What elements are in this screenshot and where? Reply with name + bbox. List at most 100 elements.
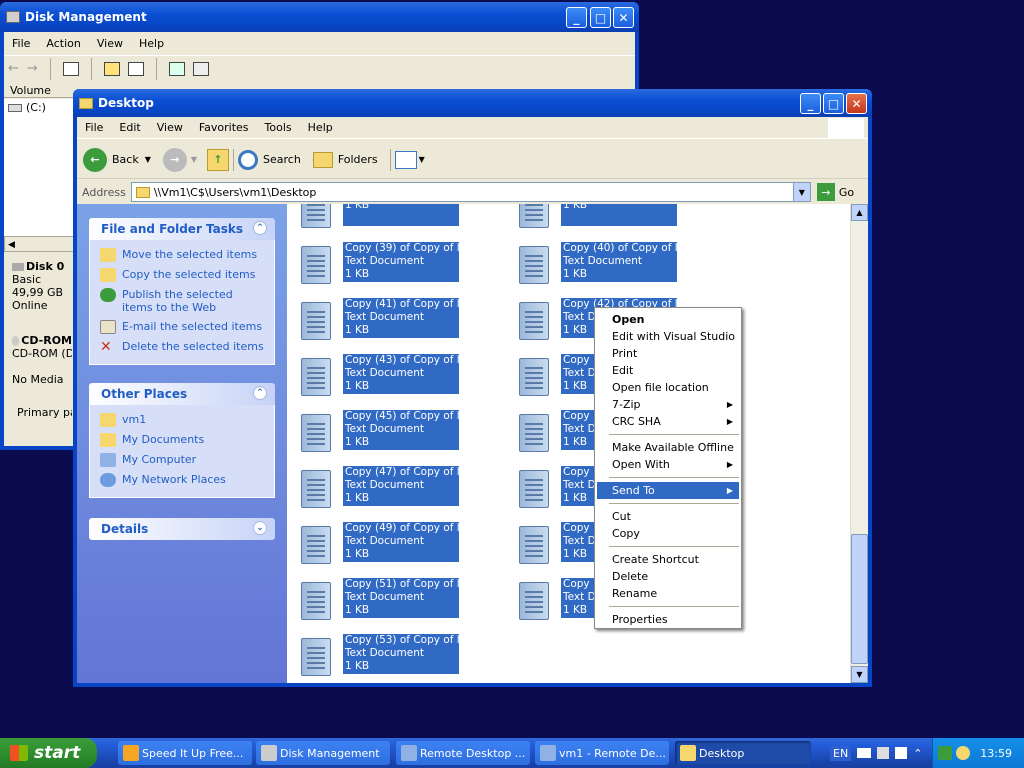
file-item[interactable]: Copy (51) of Copy of lol Text Document 1 K… [287, 578, 487, 622]
menu-edit[interactable]: Edit [111, 121, 148, 134]
chevron-icon[interactable]: ⌃ [913, 747, 922, 760]
volume-row[interactable]: (C:) [4, 99, 74, 116]
scroll-up-button[interactable]: ▲ [851, 204, 868, 221]
start-button[interactable]: start [0, 738, 97, 768]
keyboard-icon[interactable] [857, 748, 872, 758]
address-dropdown-button[interactable]: ▼ [792, 183, 810, 201]
place-vm1[interactable]: vm1 [100, 413, 264, 427]
file-item[interactable]: Copy (39) of Copy of lol Text Document 1 K… [287, 242, 487, 286]
back-button[interactable]: ← Back ▼ [83, 147, 151, 172]
context-item-edit[interactable]: Edit [597, 362, 739, 379]
file-item[interactable]: Text Document1 KB [287, 204, 487, 230]
context-item-edit-with-visual-studio[interactable]: Edit with Visual Studio [597, 328, 739, 345]
taskbar-item-speeditup[interactable]: Speed It Up Free... [118, 741, 252, 765]
forward-arrow-icon[interactable]: → [27, 61, 38, 76]
clock[interactable]: 13:59 [980, 747, 1012, 760]
disk0-panel[interactable]: Disk 0 Basic 49,99 GB Online [6, 260, 72, 325]
help-icon[interactable] [895, 747, 908, 759]
menu-file[interactable]: File [4, 37, 38, 50]
properties-icon[interactable] [127, 61, 144, 76]
collapse-chevron-icon[interactable]: ⌃ [253, 386, 267, 400]
context-item-open-file-location[interactable]: Open file location [597, 379, 739, 396]
context-item-make-available-offline[interactable]: Make Available Offline [597, 439, 739, 456]
taskbar-item-disk-management[interactable]: Disk Management [256, 741, 390, 765]
vertical-scrollbar[interactable]: ▲ ▼ [850, 204, 868, 683]
maximize-button[interactable]: □ [823, 93, 844, 114]
expand-chevron-icon[interactable]: ⌄ [253, 521, 267, 535]
context-item-copy[interactable]: Copy [597, 525, 739, 542]
place-my-documents[interactable]: My Documents [100, 433, 264, 447]
minimize-button[interactable]: _ [566, 7, 587, 28]
maximize-button[interactable]: □ [590, 7, 611, 28]
file-item[interactable]: Text Document1 KB [505, 204, 705, 230]
menu-favorites[interactable]: Favorites [191, 121, 257, 134]
file-item[interactable]: Copy (47) of Copy of lol Text Document 1 K… [287, 466, 487, 510]
tray-icon[interactable] [877, 747, 890, 759]
close-button[interactable]: ✕ [846, 93, 867, 114]
context-item-create-shortcut[interactable]: Create Shortcut [597, 551, 739, 568]
disk-management-titlebar[interactable]: Disk Management _ □ ✕ [0, 2, 639, 32]
collapse-chevron-icon[interactable]: ⌃ [253, 221, 267, 235]
context-item-7-zip[interactable]: 7-Zip ▶ [597, 396, 739, 413]
menu-file[interactable]: File [77, 121, 111, 134]
file-item[interactable]: Copy (40) of Copy of lol Text Document 1 K… [505, 242, 705, 286]
context-item-send-to[interactable]: Send To ▶ [597, 482, 739, 499]
taskbar-item-vm1-remote[interactable]: vm1 - Remote De... [535, 741, 669, 765]
menu-view[interactable]: View [149, 121, 191, 134]
search-button[interactable]: Search [238, 149, 301, 170]
context-item-delete[interactable]: Delete [597, 568, 739, 585]
file-item[interactable]: Copy (43) of Copy of lol Text Document 1 K… [287, 354, 487, 398]
file-tasks-header[interactable]: File and Folder Tasks ⌃ [89, 218, 275, 240]
show-hide-tree-icon[interactable] [62, 61, 79, 76]
taskbar-item-remote-desktop[interactable]: Remote Desktop ... [396, 741, 530, 765]
task-move[interactable]: Move the selected items [100, 248, 264, 262]
language-indicator[interactable]: EN [830, 745, 852, 761]
taskbar-item-desktop[interactable]: Desktop [675, 741, 811, 765]
explorer-titlebar[interactable]: Desktop _ □ ✕ [73, 89, 872, 117]
context-item-cut[interactable]: Cut [597, 508, 739, 525]
task-copy[interactable]: Copy the selected items [100, 268, 264, 282]
forward-button[interactable]: → [162, 147, 187, 172]
menu-view[interactable]: View [89, 37, 131, 50]
file-item[interactable]: Copy (49) of Copy of lol Text Document 1 K… [287, 522, 487, 566]
context-item-open[interactable]: Open [597, 311, 739, 328]
menu-action[interactable]: Action [38, 37, 88, 50]
task-publish[interactable]: Publish the selected items to the Web [100, 288, 264, 314]
file-item[interactable]: Copy (53) of Copy of lol Text Document 1 K… [287, 634, 487, 678]
details-header[interactable]: Details ⌄ [89, 518, 275, 540]
minimize-button[interactable]: _ [800, 93, 821, 114]
refresh-icon[interactable] [168, 61, 185, 76]
other-places-header[interactable]: Other Places ⌃ [89, 383, 275, 405]
context-item-open-with[interactable]: Open With ▶ [597, 456, 739, 473]
file-item[interactable]: Copy (41) of Copy of lol Text Document 1 K… [287, 298, 487, 342]
go-button[interactable]: → Go [816, 183, 854, 201]
menu-tools[interactable]: Tools [257, 121, 300, 134]
place-my-computer[interactable]: My Computer [100, 453, 264, 467]
scroll-thumb[interactable] [851, 534, 868, 664]
cdrom-panel[interactable]: CD-ROM CD-ROM (D: No Media [6, 334, 72, 394]
chevron-down-icon[interactable]: ▼ [145, 155, 151, 164]
security-tray-icon[interactable] [956, 746, 971, 760]
rescan-icon[interactable] [192, 61, 209, 76]
address-input[interactable]: \\Vm1\C$\Users\vm1\Desktop ▼ [130, 182, 811, 202]
help-icon[interactable] [103, 61, 120, 76]
place-my-network[interactable]: My Network Places [100, 473, 264, 487]
horizontal-scrollbar[interactable]: ◀ [4, 236, 74, 252]
context-item-print[interactable]: Print [597, 345, 739, 362]
menu-help[interactable]: Help [131, 37, 172, 50]
context-item-crc-sha[interactable]: CRC SHA ▶ [597, 413, 739, 430]
context-item-properties[interactable]: Properties [597, 611, 739, 628]
scroll-down-button[interactable]: ▼ [851, 666, 868, 683]
task-delete[interactable]: ✕ Delete the selected items [100, 340, 264, 354]
menu-help[interactable]: Help [300, 121, 341, 134]
views-button[interactable]: ▼ [394, 150, 425, 169]
up-folder-icon[interactable]: ↑ [207, 148, 230, 171]
close-button[interactable]: ✕ [613, 7, 634, 28]
task-email[interactable]: E-mail the selected items [100, 320, 264, 334]
context-item-rename[interactable]: Rename [597, 585, 739, 602]
file-item[interactable]: Copy (45) of Copy of lol Text Document 1 K… [287, 410, 487, 454]
back-arrow-icon[interactable]: ← [8, 61, 19, 76]
folders-button[interactable]: Folders [312, 151, 378, 168]
chevron-down-icon[interactable]: ▼ [191, 155, 197, 164]
network-tray-icon[interactable] [938, 746, 953, 760]
